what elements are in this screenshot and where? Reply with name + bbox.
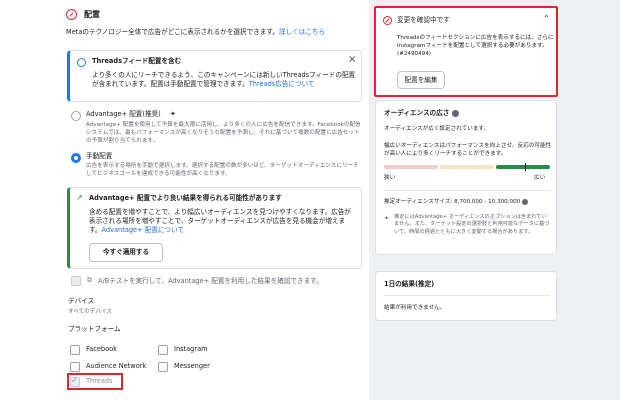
audience-status: オーディエンスが広く設定されています。 [384,126,490,132]
advantage-radio[interactable] [71,111,81,121]
estimate-note: 推定にはAdvantage+ オーディエンスのオプションは含まれていません。また… [394,214,550,235]
gauge-segment-narrow [384,165,438,169]
messenger-checkbox[interactable] [158,362,168,372]
info-icon [521,198,528,205]
messenger-label[interactable]: Messenger [174,362,210,371]
edit-placement-button[interactable]: 配置を編集 [397,71,445,89]
threads-ads-link[interactable]: Threads広告について [249,80,315,88]
instagram-label[interactable]: Instagram [174,345,208,354]
threads-notice-body-text: より多くの人にリーチできるよう、このキャンペーンには新しいThreadsフィード… [92,71,356,88]
threads-notice: Threadsフィード配置を含む × より多くの人にリーチできるよう、このキャン… [67,50,362,102]
advantage-recommendation: ↗ Advantage+ 配置でより良い結果を得られる可能性があります 含める配… [67,187,362,269]
info-icon [451,109,459,117]
chevron-up-icon[interactable]: ⌃ [543,14,550,23]
threads-notice-title: Threadsフィード配置を含む [92,57,182,65]
review-card-title: 変更を確認中です [397,16,450,24]
advantage-learn-link[interactable]: Advantage+ 配置について [102,226,185,234]
results-card: 1日の結果(推定) 結果が利用できません。 [375,271,557,321]
sparkle-icon: ✦ [170,110,176,118]
estimate-row: 推定オーディエンスサイズ: 8,700,000 - 10,300,000 [384,198,528,206]
devices-value: すべてのデバイス [68,309,112,315]
gauge-segment-wide [496,165,550,169]
estimate-label: 推定オーディエンスサイズ: [384,199,455,205]
audience-title: オーディエンスの広さ [384,109,459,118]
close-icon[interactable]: × [348,54,356,65]
threads-notice-body: より多くの人にリーチできるよう、このキャンペーンには新しいThreadsフィード… [92,71,360,89]
trend-icon: ↗ [76,193,83,202]
threads-label[interactable]: Threads [86,377,113,386]
instagram-checkbox[interactable] [158,345,168,355]
alert-icon [66,9,77,20]
gauge-marker [525,163,527,171]
divider [384,295,550,296]
audience-title-text: オーディエンスの広さ [384,109,450,117]
facebook-label[interactable]: Facebook [86,345,117,354]
placement-title: 配置 [84,10,100,19]
divider [384,190,550,191]
ab-test-text: A/Bテストを実行して、Advantage+ 配置を利用した結果を確認できます。 [98,277,323,285]
manual-radio[interactable] [71,153,81,163]
advantage-recommendation-title: Advantage+ 配置でより良い結果を得られる可能性があります [89,194,282,202]
sparkle-icon: ✦ [384,215,390,222]
gauge-narrow-label: 狭い [384,175,396,181]
audience-network-checkbox[interactable] [70,362,80,372]
threads-checkbox[interactable]: ✓ [70,376,80,387]
placement-description: Metaのテクノロジー全体で広告がどこに表示されるかを選択できます。詳しくはこち… [66,28,366,37]
platforms-title: プラットフォーム [68,325,121,333]
manual-label[interactable]: 手動配置 [86,152,112,161]
apply-now-button[interactable]: 今すぐ適用する [89,243,163,262]
ab-test-icon: ⧉ [87,276,92,284]
advantage-label[interactable]: Advantage+ 配置(推奨) [86,110,161,119]
results-body: 結果が利用できません。 [384,305,446,311]
info-icon [77,58,86,67]
audience-network-label[interactable]: Audience Network [86,362,146,371]
manual-description: 広告を表示する場所を手動で選択します。選択する配置の数が多いほど、ターゲットオー… [86,163,359,177]
review-card: 変更を確認中です ⌃ Threadsのフィードセクションに広告を表示するには、さ… [374,6,558,97]
alert-icon [383,16,392,25]
audience-advice: 幅広いオーディエンスはパフォーマンスを向上させ、反応の可能性が高い人により多くリ… [384,143,552,157]
learn-more-link[interactable]: 詳しくはこちら [279,28,325,36]
placement-description-text: Metaのテクノロジー全体で広告がどこに表示されるかを選択できます。 [66,28,279,36]
audience-card: オーディエンスの広さ オーディエンスが広く設定されています。 幅広いオーディエン… [375,100,557,255]
gauge-wide-label: 広い [534,175,546,181]
ab-test-checkbox[interactable] [71,276,81,286]
estimate-value: 8,700,000 - 10,300,000 [454,199,521,205]
gauge-segment-mid [440,165,494,169]
facebook-checkbox[interactable] [70,345,80,355]
advantage-recommendation-body: 含める配置を増やすことで、より幅広いオーディエンスを見つけやすくなります。広告が… [89,208,357,235]
advantage-description: Advantage+ 配置を使用して予算を最大限に活用し、より多くの人に広告を配… [86,122,361,144]
check-icon: ✓ [71,376,78,385]
results-title: 1日の結果(推定) [384,280,435,288]
devices-title: デバイス [68,297,95,305]
review-card-body: Threadsのフィードセクションに広告を表示するには、さらにInstagram… [397,35,554,57]
